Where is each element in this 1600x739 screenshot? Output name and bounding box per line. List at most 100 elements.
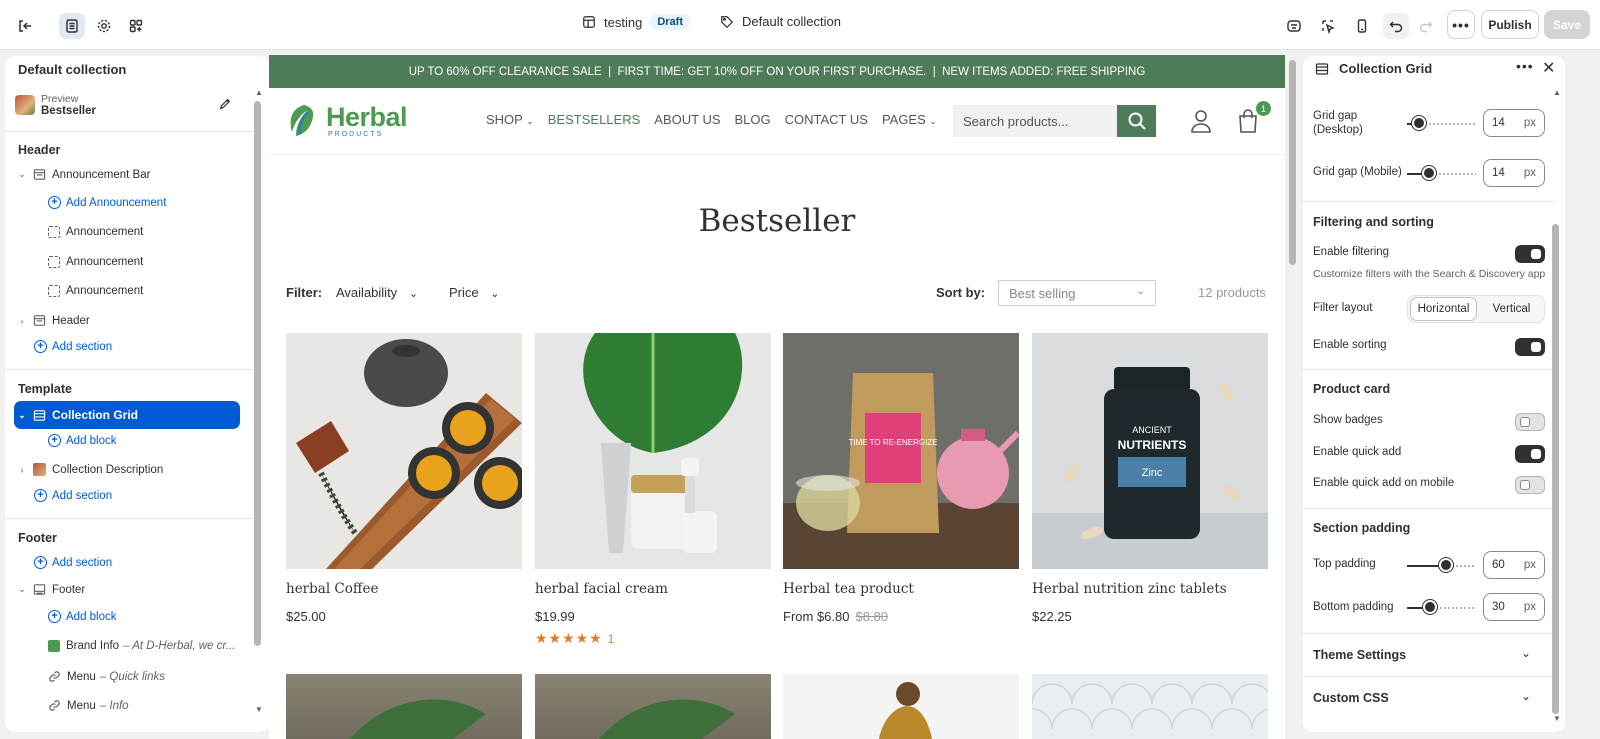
product-name[interactable]: Herbal tea product <box>783 581 1019 597</box>
more-actions-button[interactable]: ••• <box>1447 10 1475 39</box>
product-name[interactable]: herbal facial cream <box>535 581 771 597</box>
sidebar-item-collection-grid[interactable]: ⌄ Collection Grid <box>14 401 240 429</box>
product-image[interactable]: TIME TO RE-ENERGIZE <box>783 333 1019 569</box>
theme-settings-toggle[interactable]: Theme Settings <box>1313 648 1406 662</box>
grid-gap-mobile-input[interactable]: 14 px <box>1483 159 1545 187</box>
chevron-down-icon[interactable]: ⌄ <box>1521 689 1531 703</box>
account-icon[interactable] <box>1189 108 1213 137</box>
enable-filtering-toggle[interactable] <box>1515 245 1545 263</box>
top-padding-input[interactable]: 60 px <box>1483 551 1545 579</box>
sidebar-item-header[interactable]: › Header <box>16 314 90 327</box>
nav-bestsellers[interactable]: BESTSELLERS <box>548 112 641 127</box>
product-card[interactable] <box>286 674 522 739</box>
sidebar-scrollbar[interactable] <box>254 101 261 646</box>
sidebar-item-announcement[interactable]: Announcement <box>48 226 143 238</box>
plus-circle-icon: + <box>34 556 47 569</box>
product-card[interactable]: herbal Coffee $25.00 <box>286 333 522 624</box>
product-card[interactable]: ANCIENT NUTRIENTS Zinc Herbal nutrition … <box>1032 333 1268 624</box>
section-icon <box>1315 63 1329 75</box>
sections-icon[interactable] <box>59 13 85 39</box>
add-block-button[interactable]: + Add block <box>48 434 117 447</box>
product-card[interactable]: TIME TO RE-ENERGIZE Herbal tea product F… <box>783 333 1019 624</box>
exit-icon[interactable] <box>12 13 38 39</box>
product-card[interactable] <box>1032 674 1268 739</box>
product-image[interactable] <box>535 674 771 739</box>
product-image[interactable] <box>1032 674 1268 739</box>
product-image[interactable] <box>286 674 522 739</box>
preview-selector[interactable]: Preview Bestseller <box>15 93 96 117</box>
show-badges-toggle[interactable] <box>1515 413 1545 431</box>
product-name[interactable]: Herbal nutrition zinc tablets <box>1032 581 1268 597</box>
chevron-down-icon: ⌄ <box>929 116 937 126</box>
sidebar-item-brand-info[interactable]: Brand Info – At D-Herbal, we cr... <box>48 640 235 652</box>
inspector-icon[interactable] <box>1281 13 1307 39</box>
scroll-up-icon[interactable]: ▲ <box>1553 88 1561 97</box>
divider <box>1303 633 1553 634</box>
bottom-padding-slider[interactable] <box>1423 600 1437 614</box>
template-selector[interactable]: Default collection <box>720 14 841 29</box>
gear-icon[interactable] <box>91 13 117 39</box>
chevron-down-icon[interactable]: ⌄ <box>1521 646 1531 660</box>
mobile-view-icon[interactable] <box>1349 13 1375 39</box>
scroll-up-icon[interactable]: ▲ <box>255 88 263 97</box>
scroll-down-icon[interactable]: ▼ <box>255 705 263 714</box>
publish-button[interactable]: Publish <box>1481 10 1539 39</box>
sidebar-item-announcement[interactable]: Announcement <box>48 285 143 297</box>
enable-quick-add-toggle[interactable] <box>1515 445 1545 463</box>
nav-contact-us[interactable]: CONTACT US <box>785 112 868 127</box>
redo-icon[interactable] <box>1413 13 1439 39</box>
sidebar-item-announcement[interactable]: Announcement <box>48 256 143 268</box>
top-padding-slider[interactable] <box>1439 558 1453 572</box>
sidebar-item-menu[interactable]: Menu – Quick links <box>48 670 165 683</box>
add-section-button[interactable]: + Add section <box>34 340 112 353</box>
apps-icon[interactable] <box>123 13 149 39</box>
filter-availability[interactable]: Availability ⌄ <box>336 285 418 300</box>
theme-selector[interactable]: testing Draft <box>582 14 690 30</box>
filter-price[interactable]: Price ⌄ <box>449 285 499 300</box>
grid-gap-desktop-slider[interactable] <box>1412 116 1426 130</box>
sidebar-item-collection-description[interactable]: › Collection Description <box>16 463 163 476</box>
layout-vertical-option[interactable]: Vertical <box>1479 303 1544 315</box>
enable-sorting-toggle[interactable] <box>1515 338 1545 356</box>
product-image[interactable]: ANCIENT NUTRIENTS Zinc <box>1032 333 1268 569</box>
bottom-padding-input[interactable]: 30 px <box>1483 593 1545 621</box>
product-name[interactable]: herbal Coffee <box>286 581 522 597</box>
nav-pages[interactable]: PAGES ⌄ <box>882 112 937 127</box>
select-element-icon[interactable] <box>1315 13 1341 39</box>
nav-about-us[interactable]: ABOUT US <box>654 112 720 127</box>
nav-blog[interactable]: BLOG <box>735 112 771 127</box>
sidebar-item-menu[interactable]: Menu – Info <box>48 699 129 712</box>
product-card[interactable]: herbal facial cream $19.99 ★★★★★ 1 <box>535 333 771 647</box>
add-section-button[interactable]: + Add section <box>34 489 112 502</box>
product-image[interactable] <box>535 333 771 569</box>
scroll-down-icon[interactable]: ▼ <box>1553 714 1561 723</box>
custom-css-toggle[interactable]: Custom CSS <box>1313 691 1389 705</box>
review-count: 1 <box>607 632 616 646</box>
close-icon[interactable]: ✕ <box>1542 58 1555 78</box>
add-section-button[interactable]: + Add section <box>34 556 112 569</box>
add-announcement-button[interactable]: + Add Announcement <box>48 196 166 209</box>
grid-gap-desktop-input[interactable]: 14 px <box>1483 109 1545 137</box>
nav-shop[interactable]: SHOP ⌄ <box>486 112 534 127</box>
grid-gap-mobile-slider[interactable] <box>1422 166 1436 180</box>
save-button[interactable]: Save <box>1544 10 1590 39</box>
undo-icon[interactable] <box>1383 13 1409 39</box>
product-image[interactable] <box>783 674 1019 739</box>
quick-add-mobile-toggle[interactable] <box>1515 476 1545 494</box>
product-card[interactable] <box>535 674 771 739</box>
sidebar-item-footer[interactable]: ⌄ Footer <box>16 583 85 596</box>
more-icon[interactable]: ••• <box>1516 58 1534 74</box>
search-button[interactable] <box>1117 105 1156 137</box>
layout-horizontal-option[interactable]: Horizontal <box>1410 297 1477 321</box>
panel-scrollbar[interactable] <box>1552 224 1559 714</box>
product-image[interactable] <box>286 333 522 569</box>
add-block-button[interactable]: + Add block <box>48 610 117 623</box>
sidebar-item-announcement-bar[interactable]: ⌄ Announcement Bar <box>16 168 150 181</box>
preview-scrollbar[interactable] <box>1289 60 1296 265</box>
search-input[interactable]: Search products... <box>953 105 1118 137</box>
edit-pencil-icon[interactable] <box>218 97 232 114</box>
store-logo[interactable]: Herbal PRODUCTS <box>286 102 408 140</box>
store-header: Herbal PRODUCTS SHOP ⌄ BESTSELLERS ABOUT… <box>269 88 1285 155</box>
sort-select[interactable]: Best selling ⌄ <box>998 280 1156 306</box>
product-card[interactable] <box>783 674 1019 739</box>
